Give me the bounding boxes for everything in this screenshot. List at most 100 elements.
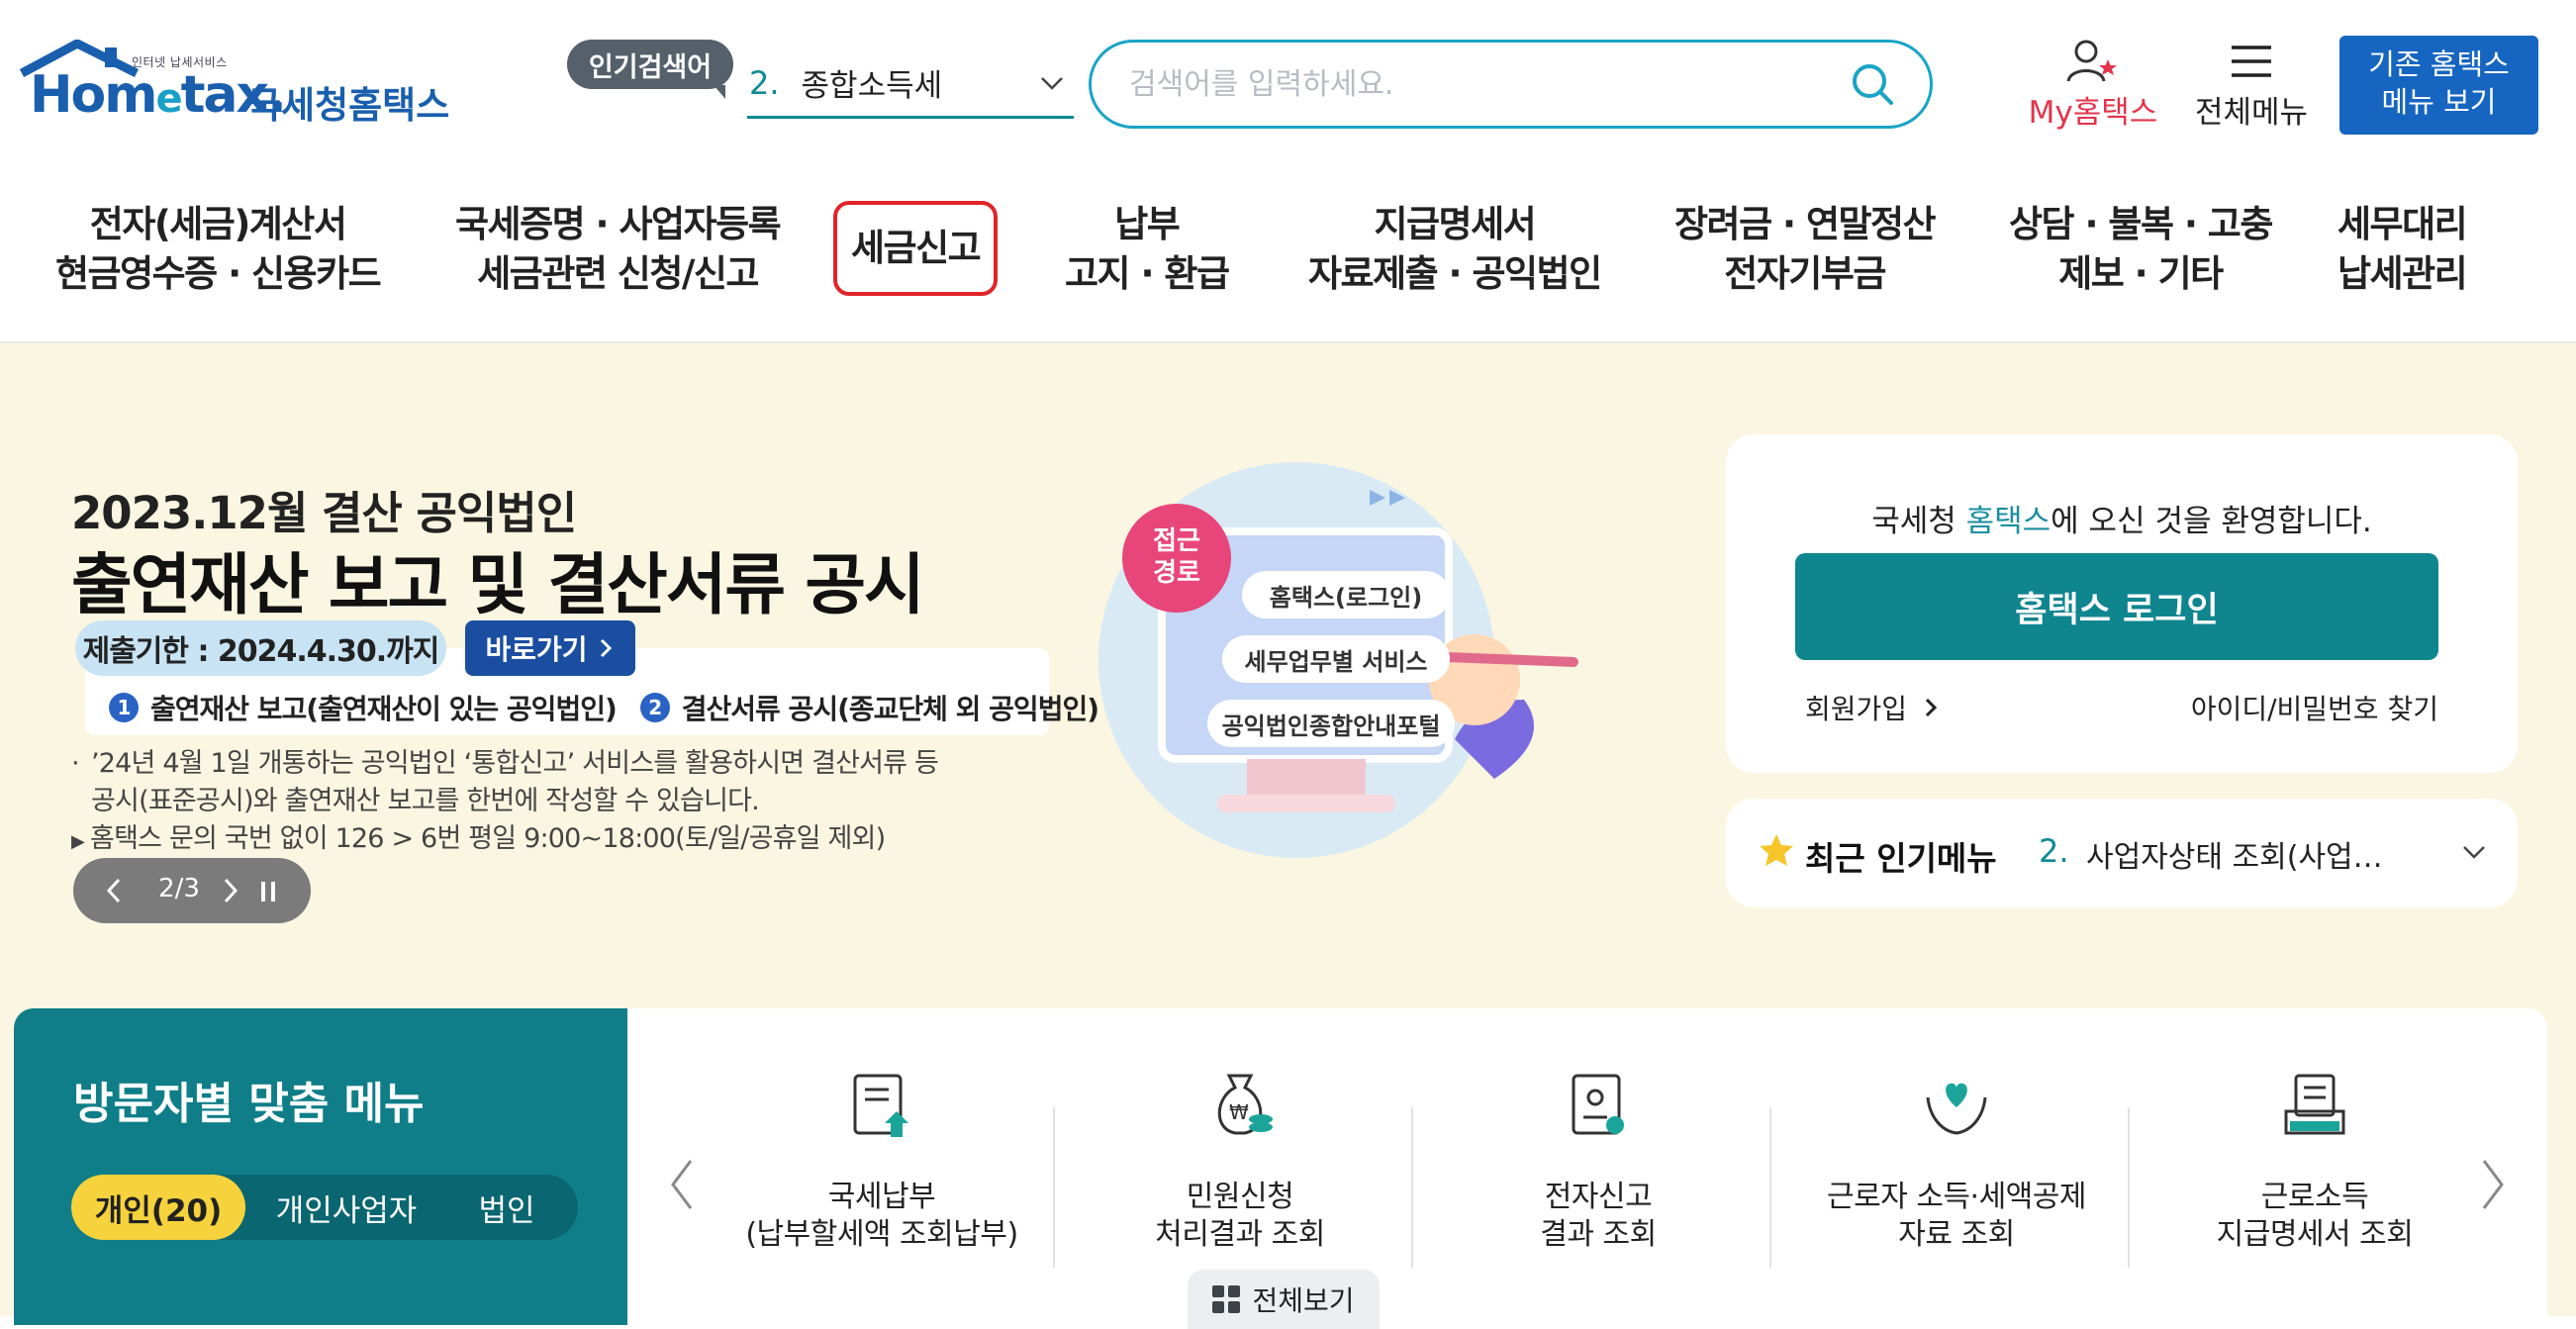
tab-individual-business[interactable]: 개인사업자 bbox=[257, 1175, 435, 1240]
quick-menu-line: 결과 조회 bbox=[1540, 1217, 1657, 1252]
find-id-password-link[interactable]: 아이디/비밀번호 찾기 bbox=[2191, 688, 2438, 727]
pager-count: 2/3 bbox=[158, 874, 200, 903]
illust-step: 공익법인종합안내포털 bbox=[1207, 700, 1455, 747]
my-hometax-label: My홈택스 bbox=[2028, 95, 2158, 131]
gnb-item-line1: 세무대리 bbox=[2337, 203, 2468, 245]
tab-individual[interactable]: 개인(20) bbox=[71, 1175, 245, 1240]
quick-menu-line: 국세납부 bbox=[827, 1180, 936, 1214]
gnb-item-e-invoice[interactable]: 전자(세금)계산서 현금영수증 · 신용카드 bbox=[55, 200, 382, 299]
banner-item: 결산서류 공시(종교단체 외 공익법인) bbox=[681, 693, 1099, 725]
gnb-item-tax-agent[interactable]: 세무대리 납세관리 bbox=[2337, 200, 2468, 299]
gnb-item-line1: 장려금 · 연말정산 bbox=[1674, 203, 1937, 245]
gnb-item-line2: 고지 · 환급 bbox=[1065, 252, 1230, 295]
gnb-item-line2: 제보 · 기타 bbox=[2058, 252, 2224, 295]
main-navigation: 전자(세금)계산서 현금영수증 · 신용카드 국세증명 · 사업자등록 세금관련… bbox=[0, 163, 2576, 343]
my-hometax-button[interactable]: My홈택스 bbox=[2019, 38, 2167, 131]
document-tray-icon bbox=[2284, 1074, 2345, 1135]
gnb-item-consultation[interactable]: 상담 · 불복 · 고충 제보 · 기타 bbox=[2009, 200, 2273, 299]
site-header: 인터넷 납세서비스 Hometax. 국세청홈택스 인기검색어 2. 종합소득세… bbox=[0, 0, 2576, 163]
recent-term: 사업자상태 조회(사업… bbox=[2086, 840, 2383, 875]
recent-rank: 2. bbox=[2039, 832, 2069, 870]
old-menu-line2: 메뉴 보기 bbox=[2381, 85, 2497, 119]
divider bbox=[1769, 1107, 1771, 1268]
gnb-item-line2: 자료제출 · 공익법인 bbox=[1308, 252, 1602, 295]
banner-pager: 2/3 bbox=[73, 858, 311, 923]
gnb-item-payment[interactable]: 납부 고지 · 환급 bbox=[1065, 200, 1230, 299]
svg-text:₩: ₩ bbox=[1229, 1100, 1249, 1124]
gnb-item-line1: 세금신고 bbox=[851, 227, 982, 269]
gnb-item-line1: 납부 bbox=[1114, 203, 1181, 245]
banner-contact-text: 홈택스 문의 국번 없이 126 > 6번 평일 9:00~18:00(토/일/… bbox=[90, 823, 886, 854]
gnb-item-payment-statement[interactable]: 지급명세서 자료제출 · 공익법인 bbox=[1308, 200, 1602, 299]
welcome-prefix: 국세청 bbox=[1871, 504, 1966, 539]
quick-menu-line: 처리결과 조회 bbox=[1155, 1217, 1325, 1252]
banner-note-line: 공시(표준공시)와 출연재산 보고를 한번에 작성할 수 있습니다. bbox=[91, 786, 760, 816]
access-path-badge: 접근 경로 bbox=[1122, 504, 1231, 613]
welcome-text: 국세청 홈택스에 오신 것을 환영합니다. bbox=[1726, 496, 2518, 540]
gnb-item-line1: 지급명세서 bbox=[1374, 203, 1536, 245]
grid-icon bbox=[1212, 1285, 1241, 1313]
quick-menu-line: 자료 조회 bbox=[1898, 1217, 2015, 1252]
divider bbox=[1411, 1107, 1413, 1268]
number-badge: 2 bbox=[639, 693, 670, 722]
login-button[interactable]: 홈택스 로그인 bbox=[1795, 553, 2438, 660]
won-bag-icon: ₩ bbox=[1217, 1074, 1273, 1135]
welcome-highlight: 홈택스 bbox=[1965, 504, 2051, 539]
banner-item: 출연재산 보고(출연재산이 있는 공익법인) bbox=[150, 693, 618, 725]
quick-menu-label: 전자신고 결과 조회 bbox=[1419, 1179, 1777, 1254]
chevron-down-icon bbox=[1041, 77, 1063, 90]
user-star-icon bbox=[2066, 40, 2117, 82]
all-menu-label: 전체메뉴 bbox=[2194, 95, 2309, 131]
hometax-logo[interactable]: 인터넷 납세서비스 Hometax. 국세청홈택스 bbox=[18, 36, 453, 135]
chevron-left-icon[interactable] bbox=[103, 874, 125, 907]
recent-menu-title: 최근 인기메뉴 bbox=[1805, 839, 1997, 878]
go-button-label: 바로가기 bbox=[485, 633, 588, 666]
visitor-menu-section: 방문자별 맞춤 메뉴 개인(20) 개인사업자 법인 국세납부 (납부할세액 조회… bbox=[0, 997, 2576, 1325]
popular-search-select[interactable]: 2. 종합소득세 bbox=[747, 49, 1074, 119]
gnb-item-line2: 세금관련 신청/신고 bbox=[477, 252, 759, 295]
chevron-left-icon[interactable] bbox=[667, 1157, 697, 1212]
signup-link[interactable]: 회원가입 bbox=[1805, 688, 1943, 727]
heart-hands-icon bbox=[1926, 1083, 1987, 1135]
see-all-button[interactable]: 전체보기 bbox=[1188, 1270, 1380, 1329]
popular-search-label: 인기검색어 bbox=[567, 40, 733, 99]
badge-line: 접근 bbox=[1153, 526, 1200, 556]
chevron-down-icon bbox=[2463, 846, 2485, 859]
gnb-item-tax-return[interactable]: 세금신고 bbox=[833, 201, 999, 296]
gnb-item-line2: 전자기부금 bbox=[1724, 252, 1886, 295]
gnb-item-line1: 상담 · 불복 · 고충 bbox=[2009, 203, 2273, 245]
all-menu-button[interactable]: 전체메뉴 bbox=[2187, 38, 2316, 131]
gnb-item-line1: 국세증명 · 사업자등록 bbox=[455, 203, 782, 245]
deadline-badge: 제출기한 : 2024.4.30.까지 bbox=[75, 620, 446, 676]
search-icon[interactable] bbox=[1851, 62, 1894, 106]
search-box bbox=[1089, 40, 1933, 129]
quick-menu-label: 근로소득 지급명세서 조회 bbox=[2136, 1179, 2494, 1254]
chevron-right-icon bbox=[600, 638, 612, 658]
gnb-item-line1: 전자(세금)계산서 bbox=[89, 203, 347, 245]
logo-word-left: Hom bbox=[30, 65, 157, 125]
number-badge: 1 bbox=[109, 693, 139, 722]
divider bbox=[1053, 1107, 1055, 1268]
chevron-right-icon[interactable] bbox=[220, 874, 241, 907]
login-card: 국세청 홈택스에 오신 것을 환영합니다. 홈택스 로그인 회원가입 아이디/비… bbox=[1726, 434, 2518, 773]
pause-icon[interactable] bbox=[257, 878, 281, 905]
certificate-icon bbox=[1572, 1074, 1624, 1135]
banner-contact-note: ▶ 홈택스 문의 국번 없이 126 > 6번 평일 9:00~18:00(토/일… bbox=[71, 816, 886, 855]
tab-corporation[interactable]: 법인 bbox=[447, 1175, 566, 1240]
quick-menu-line: 근로자 소득·세액공제 bbox=[1827, 1180, 2086, 1214]
banner-note-line: ’24년 4월 1일 개통하는 공익법인 ‘통합신고’ 서비스를 활용하시면 결… bbox=[91, 748, 939, 779]
search-input[interactable] bbox=[1127, 56, 1820, 112]
gnb-item-certificate[interactable]: 국세증명 · 사업자등록 세금관련 신청/신고 bbox=[455, 200, 782, 299]
old-menu-button[interactable]: 기존 홈택스 메뉴 보기 bbox=[2339, 36, 2538, 135]
welcome-suffix: 에 오신 것을 환영합니다. bbox=[2051, 504, 2372, 539]
recent-popular-menu[interactable]: 최근 인기메뉴 2. 사업자상태 조회(사업… bbox=[1726, 799, 2518, 907]
gnb-item-line2: 납세관리 bbox=[2337, 252, 2468, 295]
chevron-right-icon bbox=[1925, 698, 1938, 717]
star-icon bbox=[1760, 834, 1793, 866]
logo-korean-name: 국세청홈택스 bbox=[247, 84, 450, 127]
gnb-item-incentive[interactable]: 장려금 · 연말정산 전자기부금 bbox=[1674, 200, 1937, 299]
visitor-menu-title: 방문자별 맞춤 메뉴 bbox=[73, 1079, 425, 1129]
hero-section: 2023.12월 결산 공익법인 출연재산 보고 및 결산서류 공시 제출기한 … bbox=[0, 343, 2576, 997]
go-button[interactable]: 바로가기 bbox=[465, 620, 635, 676]
quick-menu-line: 지급명세서 조회 bbox=[2216, 1217, 2414, 1252]
